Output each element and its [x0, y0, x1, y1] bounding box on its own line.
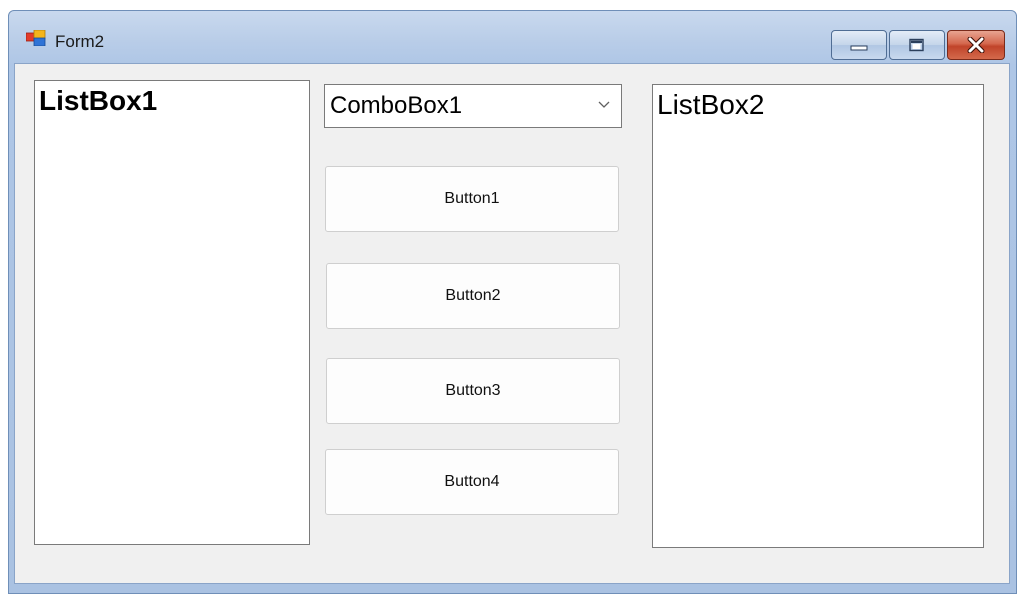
form2-window: Form2 ListBox1 ComboBox1 Button1 Button2… — [8, 10, 1017, 594]
combobox1[interactable]: ComboBox1 — [324, 84, 622, 128]
close-button[interactable] — [947, 30, 1005, 60]
maximize-button[interactable] — [889, 30, 945, 60]
listbox2-item[interactable]: ListBox2 — [657, 89, 764, 121]
button2[interactable]: Button2 — [326, 263, 620, 329]
window-title: Form2 — [55, 32, 105, 51]
button4[interactable]: Button4 — [325, 449, 619, 515]
form-client-area: ListBox1 ComboBox1 Button1 Button2 Butto… — [14, 63, 1010, 584]
close-icon — [967, 37, 985, 53]
listbox2[interactable]: ListBox2 — [652, 84, 984, 548]
listbox1[interactable]: ListBox1 — [34, 80, 310, 545]
minimize-icon — [850, 45, 868, 51]
title-bar[interactable]: Form2 — [9, 11, 1016, 63]
combobox1-value: ComboBox1 — [330, 92, 463, 119]
maximize-icon — [909, 38, 924, 52]
minimize-button[interactable] — [831, 30, 887, 60]
button1[interactable]: Button1 — [325, 166, 619, 232]
chevron-down-icon[interactable] — [597, 100, 611, 110]
winforms-app-icon — [26, 30, 46, 46]
button3[interactable]: Button3 — [326, 358, 620, 424]
caption-buttons — [831, 30, 1005, 60]
listbox1-item[interactable]: ListBox1 — [39, 85, 157, 117]
